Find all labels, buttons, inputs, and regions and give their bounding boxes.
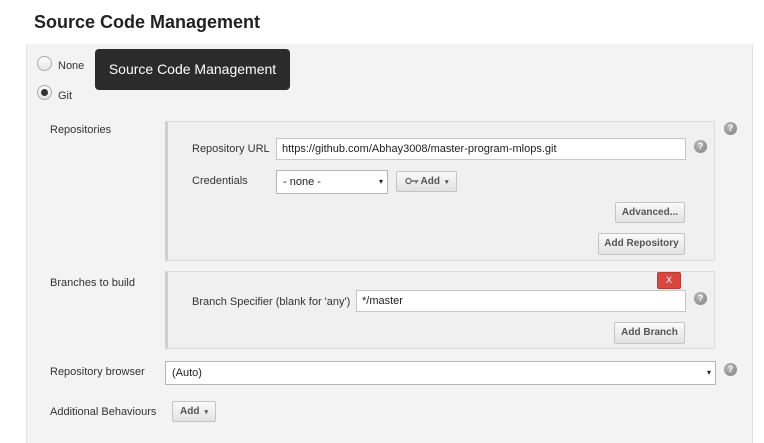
radio-git-label: Git <box>58 90 73 102</box>
caret-down-icon: ▾ <box>444 179 449 186</box>
repository-url-help-icon[interactable]: ? <box>694 140 707 153</box>
caret-down-icon: ▾ <box>378 177 383 186</box>
credentials-label: Credentials <box>192 175 248 187</box>
add-repository-button[interactable]: Add Repository <box>598 233 685 255</box>
additional-behaviours-label: Additional Behaviours <box>50 406 157 418</box>
repository-browser-value: (Auto) <box>172 367 202 379</box>
repository-browser-label: Repository browser <box>50 366 145 378</box>
radio-none-label: None <box>58 60 85 72</box>
add-branch-button[interactable]: Add Branch <box>614 322 685 344</box>
credentials-add-label: Add <box>420 176 440 187</box>
repository-url-input[interactable]: https://github.com/Abhay3008/master-prog… <box>276 138 686 160</box>
caret-down-icon: ▾ <box>706 368 711 377</box>
credentials-value: - none - <box>283 176 321 188</box>
delete-branch-button[interactable]: X <box>657 272 681 289</box>
repositories-help-icon[interactable]: ? <box>724 122 737 135</box>
credentials-add-button[interactable]: Add ▾ <box>396 171 457 192</box>
branch-specifier-input[interactable]: */master <box>356 290 686 312</box>
advanced-button[interactable]: Advanced... <box>615 202 685 223</box>
key-icon <box>404 177 419 185</box>
repositories-label: Repositories <box>50 124 112 136</box>
repository-browser-select[interactable]: (Auto) ▾ <box>165 361 716 385</box>
radio-none[interactable] <box>37 56 52 71</box>
repository-url-label: Repository URL <box>192 143 270 155</box>
branch-specifier-help-icon[interactable]: ? <box>694 292 707 305</box>
caret-down-icon: ▾ <box>204 409 208 416</box>
branches-to-build-label: Branches to build <box>50 277 135 289</box>
tooltip: Source Code Management <box>95 49 290 90</box>
additional-behaviours-add-label: Add <box>180 406 200 417</box>
additional-behaviours-add-button[interactable]: Add ▾ <box>172 401 216 422</box>
branch-specifier-label: Branch Specifier (blank for 'any') <box>192 296 351 308</box>
radio-git[interactable] <box>37 85 52 100</box>
section-title: Source Code Management <box>34 12 261 32</box>
repository-browser-help-icon[interactable]: ? <box>724 363 737 376</box>
credentials-select[interactable]: - none - ▾ <box>276 170 388 194</box>
